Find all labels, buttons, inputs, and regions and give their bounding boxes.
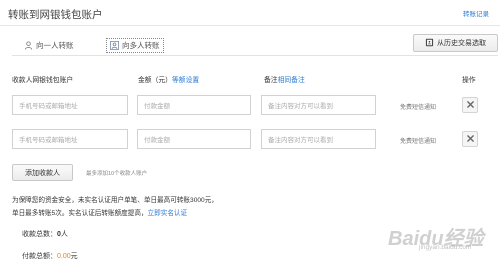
account-input[interactable]: 手机号码或邮箱地址 bbox=[12, 129, 128, 149]
verify-identity-link[interactable]: 立即实名认证 bbox=[148, 210, 188, 217]
amount-input[interactable]: 付款金额 bbox=[137, 129, 251, 149]
delete-row-button[interactable] bbox=[462, 97, 478, 113]
column-header-remark-label: 备注 bbox=[264, 77, 278, 84]
column-header-account: 收款人网银钱包账户 bbox=[12, 77, 74, 84]
equal-amount-link[interactable]: 等额设置 bbox=[172, 77, 199, 84]
header-divider bbox=[0, 25, 500, 26]
transfer-history-link[interactable]: 转账记录 bbox=[463, 8, 489, 18]
account-input[interactable]: 手机号码或邮箱地址 bbox=[12, 95, 128, 115]
add-recipient-hint: 最多添加10个收款人账户 bbox=[86, 171, 148, 177]
column-header-amount-label: 金额（元） bbox=[138, 77, 172, 84]
tab-single-label: 向一人转账 bbox=[36, 41, 74, 50]
close-icon bbox=[466, 100, 474, 110]
tabs-divider bbox=[12, 55, 498, 56]
column-header-action: 操作 bbox=[462, 77, 476, 84]
sms-notify-option[interactable]: 免费短信通知 bbox=[400, 136, 436, 145]
page-title: 转账到网银钱包账户 bbox=[8, 9, 103, 21]
column-header-remark: 备注相同备注 bbox=[264, 74, 305, 84]
select-from-history-button[interactable]: 从历史交易选取 bbox=[413, 34, 498, 52]
same-remark-link[interactable]: 相同备注 bbox=[278, 77, 305, 84]
security-notice-line2: 单日最多转账5次。实名认证后转账额度提高，立即实名认证 bbox=[12, 207, 187, 217]
payment-total-unit: 元 bbox=[70, 253, 78, 260]
add-recipient-button[interactable]: 添加收款人 bbox=[12, 164, 73, 181]
recipient-count-unit: 人 bbox=[60, 231, 68, 238]
tab-single-transfer[interactable]: 向一人转账 bbox=[24, 40, 74, 51]
close-icon bbox=[466, 134, 474, 144]
column-header-amount: 金额（元）等额设置 bbox=[138, 74, 199, 84]
recipient-count: 收款总数：0人 bbox=[22, 229, 68, 239]
contacts-book-icon bbox=[425, 38, 434, 49]
payment-total-label: 付款总额： bbox=[22, 253, 57, 260]
sms-notify-option[interactable]: 免费短信通知 bbox=[400, 102, 436, 111]
delete-row-button[interactable] bbox=[462, 131, 478, 147]
remark-input[interactable]: 备注内容对方可以看到 bbox=[261, 95, 376, 115]
security-notice-text: 单日最多转账5次。实名认证后转账额度提高， bbox=[12, 210, 148, 217]
baidu-watermark-url: jingyan.baidu.com bbox=[419, 244, 472, 251]
tab-multi-label: 向多人转账 bbox=[122, 41, 160, 50]
recipient-count-label: 收款总数： bbox=[22, 231, 57, 238]
security-notice-line1: 为保障您的资金安全，未实名认证用户单笔、单日最高可转账3000元， bbox=[12, 197, 218, 204]
payment-total-value: 0.00 bbox=[57, 253, 71, 260]
select-from-history-label: 从历史交易选取 bbox=[437, 40, 486, 47]
remark-input[interactable]: 备注内容对方可以看到 bbox=[261, 129, 376, 149]
tab-multi-transfer[interactable]: 向多人转账 bbox=[106, 38, 164, 53]
people-icon bbox=[110, 41, 119, 50]
person-icon bbox=[24, 41, 33, 50]
payment-total: 付款总额：0.00元 bbox=[22, 251, 78, 261]
amount-input[interactable]: 付款金额 bbox=[137, 95, 251, 115]
